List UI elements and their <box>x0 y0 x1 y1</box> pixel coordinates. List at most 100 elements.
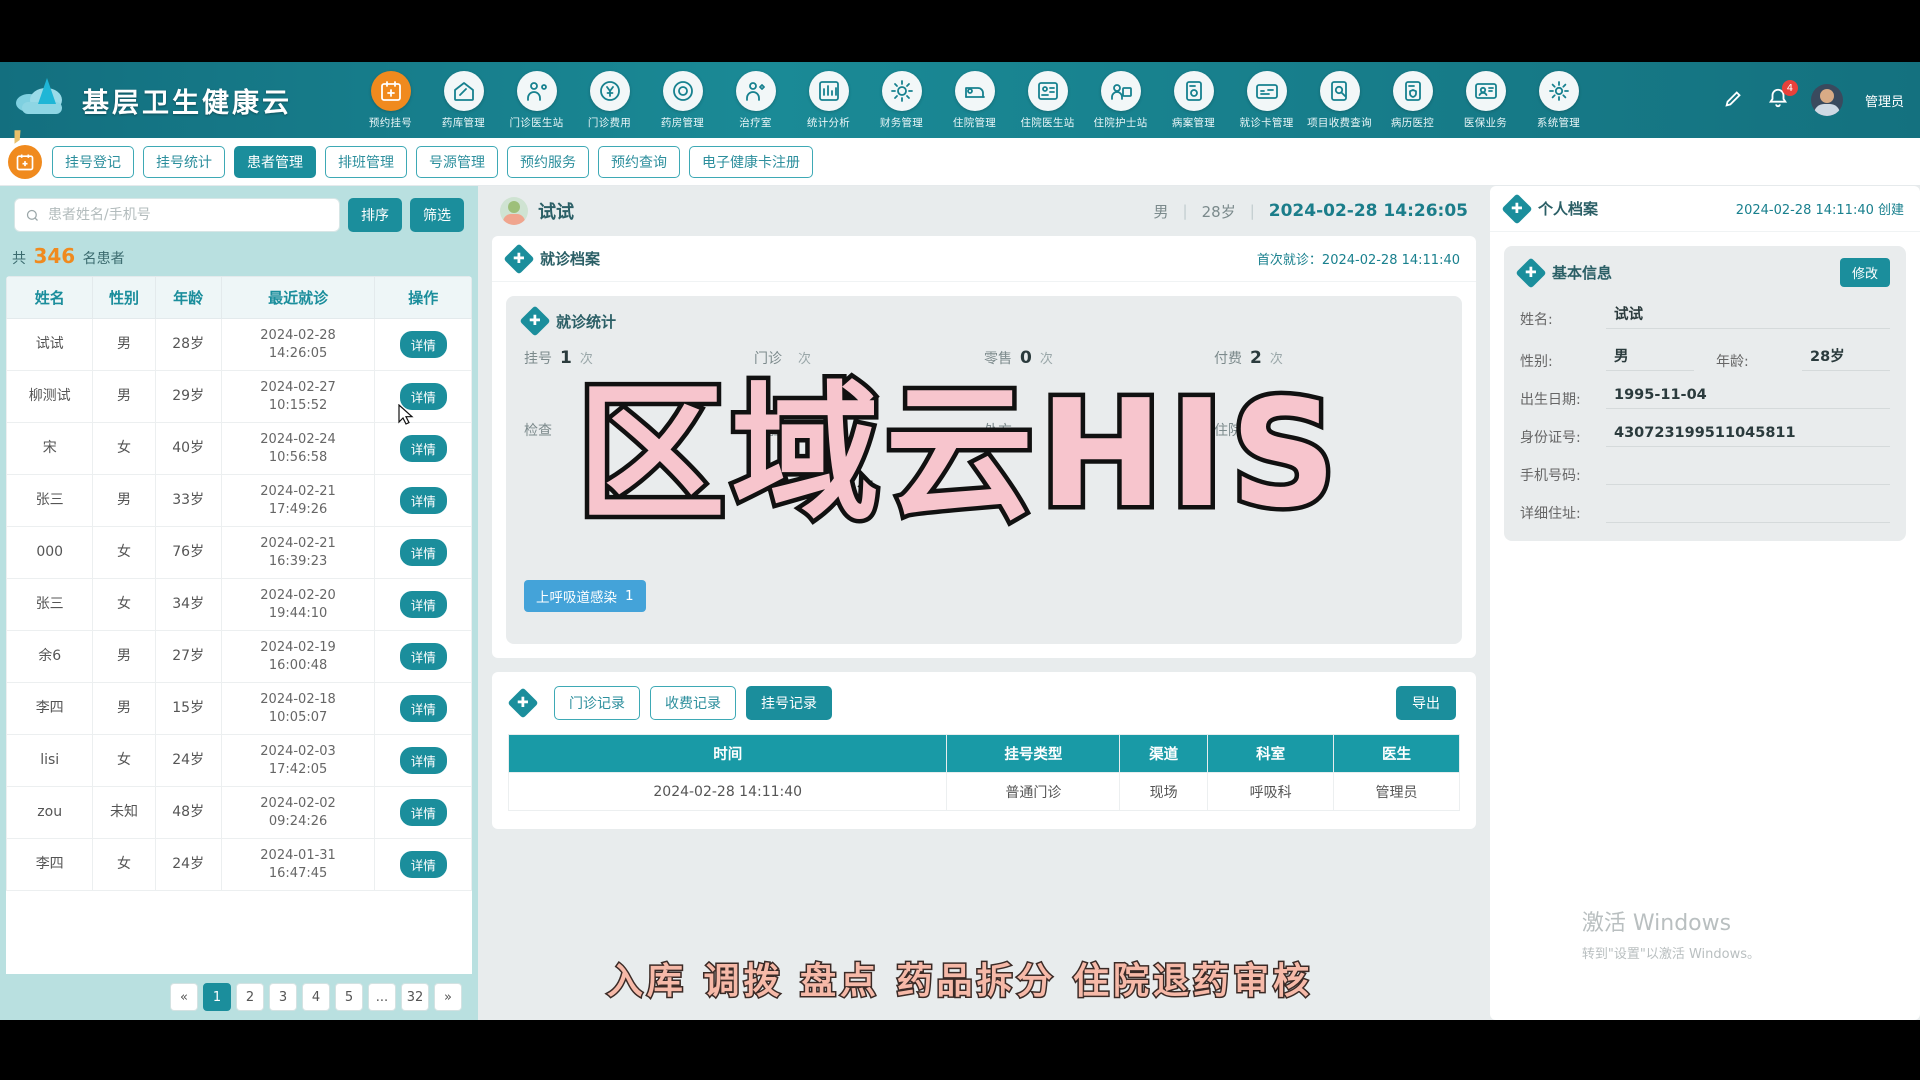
detail-button[interactable]: 详情 <box>399 591 447 618</box>
chart-icon <box>808 70 849 111</box>
nav-item-label: 住院管理 <box>952 116 997 129</box>
record-tab-2[interactable]: 挂号记录 <box>746 686 832 720</box>
count-prefix: 共 <box>12 251 26 267</box>
page-button-«[interactable]: « <box>170 983 198 1011</box>
nav-item-4[interactable]: 药房管理 <box>646 70 719 130</box>
table-row[interactable]: 李四男 15岁 2024-02-18 10:05:07 详情 <box>6 682 472 735</box>
export-button[interactable]: 导出 <box>1396 686 1456 720</box>
sub-tab-0[interactable]: 挂号登记 <box>52 145 134 178</box>
records-table-body: 2024-02-28 14:11:40 普通门诊 现场 呼吸科 管理员 <box>507 772 1460 811</box>
nav-item-9[interactable]: 住院医生站 <box>1011 70 1084 130</box>
detail-button[interactable]: 详情 <box>399 747 447 774</box>
nav-item-11[interactable]: 病案管理 <box>1157 70 1230 130</box>
search-input[interactable] <box>48 207 329 223</box>
search-box[interactable] <box>14 198 340 232</box>
page-button-3[interactable]: 3 <box>269 983 297 1011</box>
patient-col-0: 姓名 <box>6 276 94 319</box>
stat-value: 0 <box>1250 420 1262 440</box>
detail-button[interactable]: 详情 <box>399 435 447 462</box>
sub-tab-5[interactable]: 预约服务 <box>507 145 589 178</box>
edit-basic-info-button[interactable]: 修改 <box>1839 258 1890 287</box>
nav-item-5[interactable]: 治疗室 <box>719 70 792 130</box>
detail-button[interactable]: 详情 <box>399 643 447 670</box>
field-value[interactable]: 430723199511045811 <box>1606 425 1890 447</box>
table-row[interactable]: 张三男 33岁 2024-02-21 17:49:26 详情 <box>6 474 472 527</box>
table-row[interactable]: lisi 女 24岁 2024-02-03 17:42:05 详情 <box>6 734 472 787</box>
meta-divider-2: | <box>1249 202 1255 220</box>
detail-button[interactable]: 详情 <box>399 331 447 358</box>
table-row[interactable]: 宋女 40岁 2024-02-24 10:56:58 详情 <box>6 422 472 475</box>
cell-name: lisi <box>6 734 94 787</box>
page-button-4[interactable]: 4 <box>302 983 330 1011</box>
table-row[interactable]: 张三女 34岁 2024-02-20 19:44:10 详情 <box>6 578 472 631</box>
field-value[interactable]: 1995-11-04 <box>1606 387 1890 409</box>
diagnosis-tag[interactable]: 上呼吸道感染 1 <box>524 580 646 612</box>
personal-archive-card: ✚ 个人档案 2024-02-28 14:11:40 创建 ✚ 基本信息 修改 … <box>1490 186 1920 1020</box>
avatar[interactable] <box>1810 84 1843 116</box>
stat-unit: 次 <box>798 352 812 367</box>
table-row[interactable]: 李四女 24岁 2024-01-31 16:47:45 详情 <box>6 838 472 891</box>
nav-item-3[interactable]: 门诊费用 <box>573 70 646 130</box>
sub-tab-7[interactable]: 电子健康卡注册 <box>689 145 813 178</box>
table-row[interactable]: 试试男 28岁 2024-02-28 14:26:05 详情 <box>6 318 472 371</box>
nav-item-14[interactable]: 病历医控 <box>1376 70 1449 130</box>
field-value[interactable] <box>1606 463 1890 485</box>
record-col-1: 挂号类型 <box>946 734 1121 773</box>
page-button-32[interactable]: 32 <box>401 983 429 1011</box>
nav-item-16[interactable]: 系统管理 <box>1522 70 1595 130</box>
bell-icon[interactable]: 4 <box>1767 80 1798 113</box>
field-label: 详细住址: <box>1520 506 1581 522</box>
record-tab-0[interactable]: 门诊记录 <box>554 686 640 720</box>
filter-button[interactable]: 筛选 <box>410 198 464 232</box>
table-row[interactable]: 000 女 76岁 2024-02-21 16:39:23 详情 <box>6 526 472 579</box>
nav-item-13[interactable]: 项目收费查询 <box>1303 70 1376 130</box>
nav-item-0[interactable]: 预约挂号 <box>354 70 427 130</box>
table-row[interactable]: zou 未知 48岁 2024-02-02 09:24:26 详情 <box>6 786 472 839</box>
field-value[interactable]: 男 <box>1606 345 1694 371</box>
detail-button[interactable]: 详情 <box>399 539 447 566</box>
table-row[interactable]: 余6 男 27岁 2024-02-19 16:00:48 详情 <box>6 630 472 683</box>
nav-item-1[interactable]: 药库管理 <box>427 70 500 130</box>
warehouse-icon <box>443 70 484 111</box>
nav-item-label: 药库管理 <box>441 116 486 129</box>
sort-button[interactable]: 排序 <box>348 198 402 232</box>
record-tab-1[interactable]: 收费记录 <box>650 686 736 720</box>
page-button-...[interactable]: ... <box>368 983 396 1011</box>
nav-item-12[interactable]: 就诊卡管理 <box>1230 70 1303 130</box>
detail-button[interactable]: 详情 <box>399 799 447 826</box>
page-button-2[interactable]: 2 <box>236 983 264 1011</box>
cell-age: 24岁 <box>154 838 222 891</box>
application-window: 基层卫生健康云 预约挂号 药库管理 门诊医生站 门诊费用 药房管理 治疗室 统计分析 财务管理… <box>0 62 1920 1020</box>
nav-item-10[interactable]: 住院护士站 <box>1084 70 1157 130</box>
sub-tab-4[interactable]: 号源管理 <box>416 145 498 178</box>
cell-type: 普通门诊 <box>946 772 1121 811</box>
field-value[interactable] <box>1606 501 1890 523</box>
brand-title: 基层卫生健康云 <box>82 87 292 119</box>
nav-item-2[interactable]: 门诊医生站 <box>500 70 573 130</box>
sub-tab-3[interactable]: 排班管理 <box>325 145 407 178</box>
detail-button[interactable]: 详情 <box>399 851 447 878</box>
sub-tab-1[interactable]: 挂号统计 <box>143 145 225 178</box>
table-row[interactable]: 2024-02-28 14:11:40 普通门诊 现场 呼吸科 管理员 <box>507 772 1460 811</box>
stat-value: 1 <box>560 348 572 368</box>
field-value[interactable]: 28岁 <box>1802 345 1890 371</box>
records-card: ✚ 门诊记录 收费记录 挂号记录 导出 时间 挂号类型 渠道 科室 医生 2024-02-2… <box>492 672 1476 829</box>
brand-logo[interactable]: 基层卫生健康云 <box>14 78 354 122</box>
nav-item-15[interactable]: 医保业务 <box>1449 70 1522 130</box>
nav-item-6[interactable]: 统计分析 <box>792 70 865 130</box>
sub-tab-2[interactable]: 患者管理 <box>234 145 316 178</box>
basic-info-title: 基本信息 <box>1552 264 1613 282</box>
sub-tab-6[interactable]: 预约查询 <box>598 145 680 178</box>
field-value[interactable]: 试试 <box>1606 303 1890 329</box>
cell-name: 李四 <box>6 682 94 735</box>
nav-item-7[interactable]: 财务管理 <box>865 70 938 130</box>
pencil-icon[interactable] <box>1723 87 1745 113</box>
nav-item-label: 住院护士站 <box>1093 116 1148 129</box>
page-button-»[interactable]: » <box>434 983 462 1011</box>
detail-button[interactable]: 详情 <box>399 487 447 514</box>
page-button-5[interactable]: 5 <box>335 983 363 1011</box>
page-button-1[interactable]: 1 <box>203 983 231 1011</box>
nav-item-8[interactable]: 住院管理 <box>938 70 1011 130</box>
nav-item-label: 医保业务 <box>1463 116 1508 129</box>
detail-button[interactable]: 详情 <box>399 695 447 722</box>
